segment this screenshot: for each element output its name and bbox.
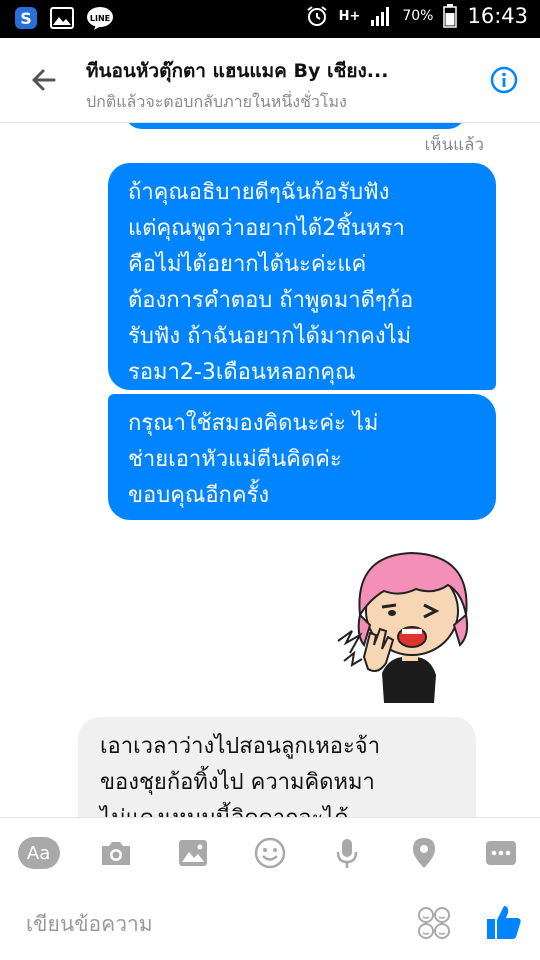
message-line: ต้องการคำตอบ ถ้าพูดมาดีๆก้อ	[128, 288, 414, 313]
text-format-button[interactable]: Aa	[17, 831, 61, 875]
message-line: แต่คุณพูดว่าอยากได้2ชิ้นหรา	[128, 216, 405, 241]
line-app-icon: LINE	[87, 7, 113, 30]
more-icon	[486, 841, 517, 865]
more-button[interactable]	[479, 831, 523, 875]
camera-button[interactable]	[94, 831, 138, 875]
gallery-icon	[178, 840, 207, 866]
sticker-emoji-icon[interactable]	[416, 905, 452, 941]
svg-text:LINE: LINE	[90, 14, 110, 23]
alarm-icon	[306, 6, 327, 26]
message-line: ของชุยก้อทิ้งไป ความคิดหมา	[100, 770, 375, 795]
camera-icon	[101, 842, 130, 865]
message-line: กรุณาใช้สมองคิดนะค่ะ ไม่	[128, 411, 379, 436]
message-line: รับฟัง ถ้าฉันอยากได้มากคงไม่	[128, 324, 412, 349]
thumbs-up-icon[interactable]	[486, 903, 522, 941]
location-button[interactable]	[402, 831, 446, 875]
outgoing-message[interactable]: กรุณาใช้สมองคิดนะค่ะ ไม่ ช่ายเอาหัวแม่ตี…	[108, 394, 496, 520]
message-line: ถ้าคุณอธิบายดีๆฉันก้อรับฟัง	[128, 180, 390, 205]
conversation-header: ทีนอนหัวตุ๊กตา แฮนแมค By เชียง... ปกติแล…	[0, 38, 540, 123]
message-line: คือไม่ได้อยากได้นะค่ะแค่	[128, 252, 367, 277]
battery-percent: 70%	[402, 8, 434, 24]
gallery-button[interactable]	[171, 831, 215, 875]
message-composer	[0, 887, 540, 960]
message-line: ไม่แดงเหมมนี้ลิดดากจะได้	[100, 801, 454, 817]
back-arrow-icon[interactable]	[26, 62, 62, 98]
signal-icon	[371, 7, 390, 26]
network-type: H+	[338, 8, 361, 24]
svg-text:S: S	[20, 9, 32, 28]
previous-message-bubble[interactable]	[124, 123, 466, 129]
s-app-icon: S	[15, 7, 37, 29]
emoji-icon	[254, 837, 286, 869]
microphone-icon	[336, 839, 358, 868]
status-bar: S LINE H+ 70% 16:43	[0, 0, 540, 38]
outgoing-message[interactable]: ถ้าคุณอธิบายดีๆฉันก้อรับฟัง แต่คุณพูดว่า…	[108, 163, 496, 390]
response-time-note: ปกติแล้วจะตอบกลับภายในหนึ่งชั่วโมง	[86, 92, 347, 111]
message-list[interactable]: เห็นแล้ว ถ้าคุณอธิบายดีๆฉันก้อรับฟัง แต่…	[0, 123, 540, 817]
message-line: รอมา2-3เดือนหลอกคุณ	[128, 360, 356, 385]
battery-icon	[443, 4, 458, 28]
clock: 16:43	[467, 4, 528, 28]
message-line: เอาเวลาว่างไปสอนลูกเหอะจ้า	[100, 734, 381, 759]
contact-name: ทีนอนหัวตุ๊กตา แฮนแมค By เชียง...	[86, 60, 389, 82]
conversation-titles[interactable]: ทีนอนหัวตุ๊กตา แฮนแมค By เชียง... ปกติแล…	[86, 56, 466, 115]
location-icon	[413, 838, 436, 868]
incoming-message[interactable]: เอาเวลาว่างไปสอนลูกเหอะจ้า ของชุยก้อทิ้ง…	[78, 717, 476, 817]
angry-girl-sticker[interactable]	[330, 545, 480, 703]
gallery-notification-icon	[50, 7, 74, 29]
seen-indicator: เห็นแล้ว	[424, 135, 484, 155]
emoji-button[interactable]	[248, 831, 292, 875]
info-icon[interactable]	[490, 66, 518, 94]
aa-label: Aa	[17, 837, 60, 869]
message-line: ช่ายเอาหัวแม่ตีนคิดค่ะ	[128, 447, 342, 472]
message-input[interactable]	[24, 905, 388, 943]
microphone-button[interactable]	[325, 831, 369, 875]
composer-toolbar: Aa	[0, 817, 540, 888]
message-line: ขอบคุณอีกครั้ง	[128, 483, 270, 508]
